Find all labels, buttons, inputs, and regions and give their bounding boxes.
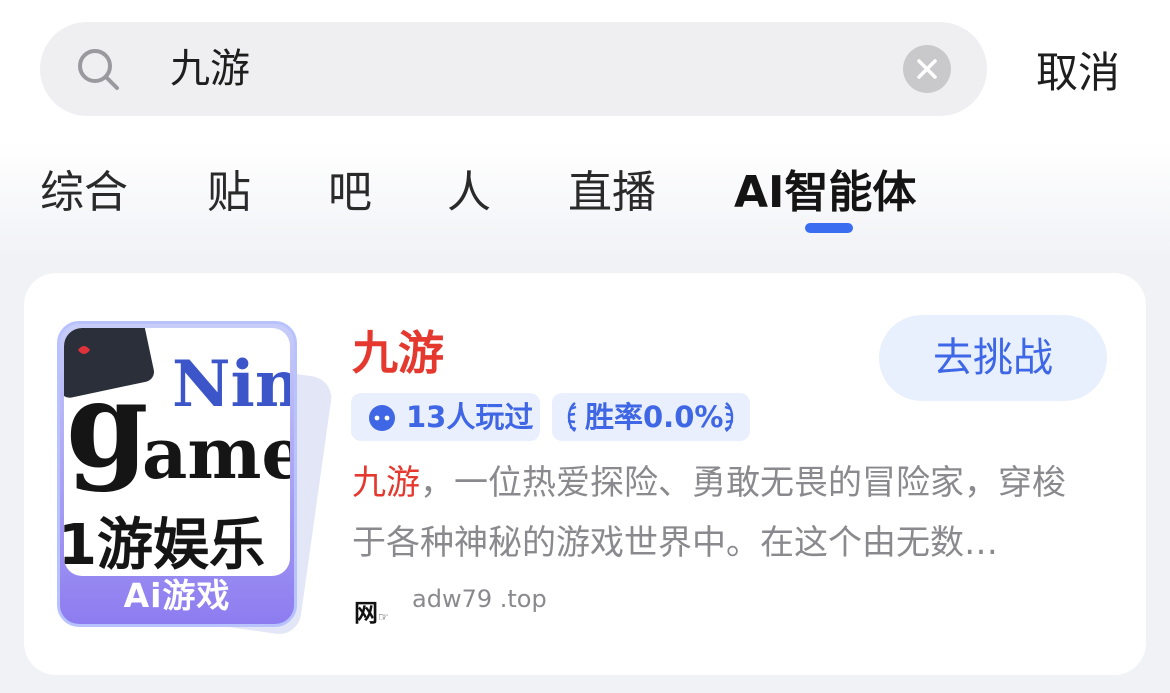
agent-result-card[interactable]: Nin g ame 1游娱乐 Ai游戏 九游 去挑战 13人玩过 胜率0.0% — [24, 273, 1146, 675]
tab-posts[interactable]: 贴 — [207, 158, 251, 228]
tab-people[interactable]: 人 — [447, 158, 491, 228]
cover-image: Nin g ame 1游娱乐 Ai游戏 — [57, 321, 297, 627]
cover-art-text-cn: 1游娱乐 — [64, 513, 265, 576]
win-rate-badge: 胜率0.0% — [552, 393, 750, 441]
agent-description: 九游，一位热爱探险、勇敢无畏的冒险家，穿梭于各种神秘的游戏世界中。在这个由无数… — [352, 453, 1092, 573]
robot-icon — [369, 405, 395, 431]
agent-cover[interactable]: Nin g ame 1游娱乐 Ai游戏 — [57, 321, 335, 637]
source-text: adw79 .top — [412, 585, 547, 613]
search-bar[interactable]: 九游 — [40, 22, 987, 116]
played-count: 13人玩过 — [406, 400, 534, 434]
active-tab-indicator — [805, 223, 853, 233]
laurel-right-icon — [724, 402, 734, 432]
laurel-left-icon — [567, 402, 577, 432]
tab-forums[interactable]: 吧 — [328, 158, 372, 228]
cover-art-text-ame: ame — [142, 412, 290, 495]
cover-art-text-g: g — [66, 355, 149, 494]
cancel-button[interactable]: 取消 — [1036, 40, 1120, 106]
tab-bar: 综合 贴 吧 人 直播 AI智能体 — [0, 150, 1170, 240]
search-icon — [78, 49, 119, 90]
challenge-button[interactable]: 去挑战 — [879, 315, 1107, 401]
clear-search-button[interactable] — [903, 45, 951, 93]
close-icon — [917, 59, 937, 79]
cover-label: Ai游戏 — [123, 576, 231, 615]
source-logo: 网☞ — [354, 599, 389, 627]
win-rate: 胜率0.0% — [585, 400, 724, 434]
cover-art: Nin g ame 1游娱乐 — [64, 328, 290, 576]
tab-ai-agent[interactable]: AI智能体 — [734, 158, 916, 228]
description-text: ，一位热爱探险、勇敢无畏的冒险家，穿梭于各种神秘的游戏世界中。在这个由无数… — [352, 463, 1066, 563]
search-input[interactable]: 九游 — [170, 22, 250, 116]
tab-comprehensive[interactable]: 综合 — [40, 158, 128, 228]
cover-art-text-nin: Nin — [172, 347, 290, 422]
played-count-badge: 13人玩过 — [351, 393, 540, 441]
agent-title[interactable]: 九游 — [352, 325, 444, 381]
tab-live[interactable]: 直播 — [568, 158, 656, 228]
description-highlight: 九游 — [352, 463, 420, 503]
